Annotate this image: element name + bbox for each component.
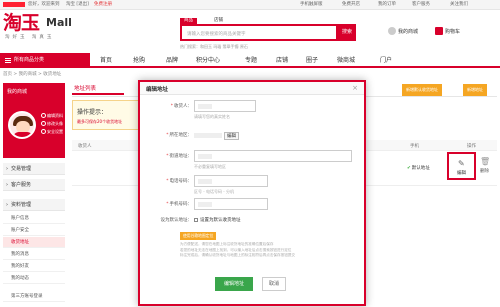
nav-portal[interactable]: 门户 — [380, 53, 392, 68]
mobile-link[interactable]: 手机触屏版 — [300, 2, 323, 7]
nav-home[interactable]: 首页 — [100, 53, 112, 68]
menu-icon — [5, 58, 11, 63]
area-label: *所在地区： — [166, 133, 192, 138]
cart-link[interactable]: 购物车 — [445, 28, 460, 35]
logo-slogan: 淘好玉 淘真玉 — [5, 35, 55, 40]
search-input[interactable]: 请输入您要搜索的商品关键字 — [180, 24, 338, 41]
cart-icon — [435, 27, 443, 35]
sidebar-item-oauth[interactable]: 第三方账号登录 — [3, 291, 65, 302]
default-address-label: 默认地址 — [407, 165, 430, 171]
nav-shops[interactable]: 店铺 — [276, 53, 288, 68]
section-profile[interactable]: 资料管理 — [3, 199, 65, 211]
col-phone: 手机 — [410, 144, 419, 149]
tip-title: 操作提示： — [77, 109, 108, 116]
area-edit-button[interactable]: 编辑 — [224, 132, 239, 140]
hot-search[interactable]: 热门搜索：和田玉 玛瑙 翡翠手镯 原石 — [180, 44, 248, 50]
map-note: 为方便配送，请您在地图上标注收货地址的准确位置后保存 若您的地址无法在地图上找到… — [180, 242, 295, 257]
close-icon[interactable]: × — [352, 84, 358, 92]
open-shop-link[interactable]: 免费开店 — [342, 2, 360, 7]
customer-service-link[interactable]: 客户服务 — [412, 2, 430, 7]
tab-address-list[interactable]: 地址列表 — [72, 83, 124, 95]
sidebar-item-account[interactable]: 账户信息 — [3, 213, 65, 224]
col-op: 操作 — [467, 144, 476, 149]
mobile-label: *手机号码： — [166, 202, 192, 207]
dialog-title: 编辑地址 — [146, 87, 169, 93]
receiver-hint: 请填写您的真实姓名 — [194, 114, 230, 119]
phone-label: *电话号码： — [166, 179, 192, 184]
sidebar-item-security[interactable]: 账户安全 — [3, 225, 65, 236]
dialog-header: 编辑地址 × — [140, 82, 364, 95]
tip-box: 操作提示： 最多可保存20个收货地址 — [72, 100, 142, 130]
user-name-redacted — [3, 2, 25, 7]
street-label: *街道地址： — [166, 154, 192, 159]
edit-address-dialog: 编辑地址 × *收货人： 请填写您的真实姓名 *所在地区： 编辑 *街道地址： … — [138, 80, 366, 306]
receiver-label: *收货人： — [170, 104, 192, 109]
street-field[interactable] — [194, 150, 352, 162]
top-bar: 您好，欢迎来到 淘宝 [退出] 免费注册 手机触屏版 免费开店 我的订单 客户服… — [0, 0, 500, 10]
map-locate-button[interactable]: 使用谷歌地图定位 — [180, 232, 217, 240]
user-icon — [388, 27, 396, 35]
edit-profile-link[interactable]: 编辑资料 — [41, 113, 63, 119]
col-receiver: 收货人 — [78, 144, 92, 149]
nav-wechat[interactable]: 微商城 — [337, 53, 355, 68]
mobile-field[interactable] — [194, 198, 268, 210]
tip-body: 最多可保存20个收货地址 — [77, 119, 123, 124]
logo-mall: Mall — [46, 16, 72, 29]
follow-us-link[interactable]: 关注我们 — [450, 2, 468, 7]
search-placeholder: 请输入您要搜索的商品关键字 — [187, 32, 246, 37]
add-address-button[interactable]: 新增地址 — [463, 84, 487, 96]
receiver-field[interactable] — [194, 100, 256, 112]
main-nav: 所有商品分类 首页 抢购 品牌 积分中心 专题 店铺 圈子 微商城 门户 — [0, 53, 500, 68]
search-button[interactable]: 搜索 — [338, 24, 356, 41]
section-service[interactable]: 客户服务 — [3, 179, 65, 191]
logo[interactable]: 淘玉 — [3, 13, 40, 33]
sidebar-item-address[interactable]: 收货地址 — [3, 237, 65, 248]
sidebar-item-activity[interactable]: 我的动态 — [3, 273, 65, 284]
edit-label: 编辑 — [457, 171, 466, 176]
section-trade[interactable]: 交易管理 — [3, 163, 65, 175]
security-link[interactable]: 安全设置 — [41, 129, 63, 135]
default-checkbox[interactable]: 设置为默认收货地址 — [194, 217, 241, 223]
logout-link[interactable]: 淘宝 [退出] — [66, 2, 89, 7]
nav-flash[interactable]: 抢购 — [133, 53, 145, 68]
delete-icon[interactable]: 🗑 — [480, 157, 490, 166]
account-panel: 我的商城 编辑资料 修改头像 安全设置 — [3, 83, 65, 158]
nav-circle[interactable]: 圈子 — [306, 53, 318, 68]
free-register-link[interactable]: 免费注册 — [94, 2, 112, 7]
sidebar: 我的商城 编辑资料 修改头像 安全设置 交易管理 客户服务 资料管理 账户信息 … — [3, 83, 65, 307]
street-hint: 不必重复填写地区 — [194, 164, 226, 169]
my-orders-link[interactable]: 我的订单 — [378, 2, 396, 7]
nav-points[interactable]: 积分中心 — [196, 53, 220, 68]
change-avatar-link[interactable]: 修改头像 — [41, 121, 63, 127]
save-button[interactable]: 编辑地址 — [215, 277, 253, 291]
area-select[interactable]: 编辑 — [194, 132, 239, 140]
breadcrumb: 首页 > 我的商城 > 收货地址 — [3, 72, 62, 77]
edit-icon: ✎ — [458, 159, 465, 168]
nav-topics[interactable]: 专题 — [245, 53, 257, 68]
account-title: 我的商城 — [7, 89, 28, 95]
add-default-address-button[interactable]: 新增默认收货地址 — [402, 84, 442, 96]
default-label: 设为默认地址： — [160, 218, 193, 223]
sidebar-item-messages[interactable]: 我的消息 — [3, 249, 65, 260]
avatar[interactable] — [8, 111, 36, 139]
nav-brand[interactable]: 品牌 — [166, 53, 178, 68]
sidebar-item-friends[interactable]: 我的好友 — [3, 261, 65, 272]
delete-link[interactable]: 删除 — [480, 168, 489, 174]
welcome-text: 您好，欢迎来到 — [28, 2, 60, 7]
checkbox-icon — [194, 218, 198, 222]
cancel-button[interactable]: 取消 — [262, 277, 286, 291]
all-categories[interactable]: 所有商品分类 — [0, 53, 90, 68]
edit-button[interactable]: ✎ 编辑 — [447, 152, 476, 180]
phone-field[interactable] — [194, 175, 268, 187]
phone-hint: 区号 - 电话号码 - 分机 — [194, 189, 234, 194]
my-mall-link[interactable]: 我的商城 — [398, 28, 418, 35]
